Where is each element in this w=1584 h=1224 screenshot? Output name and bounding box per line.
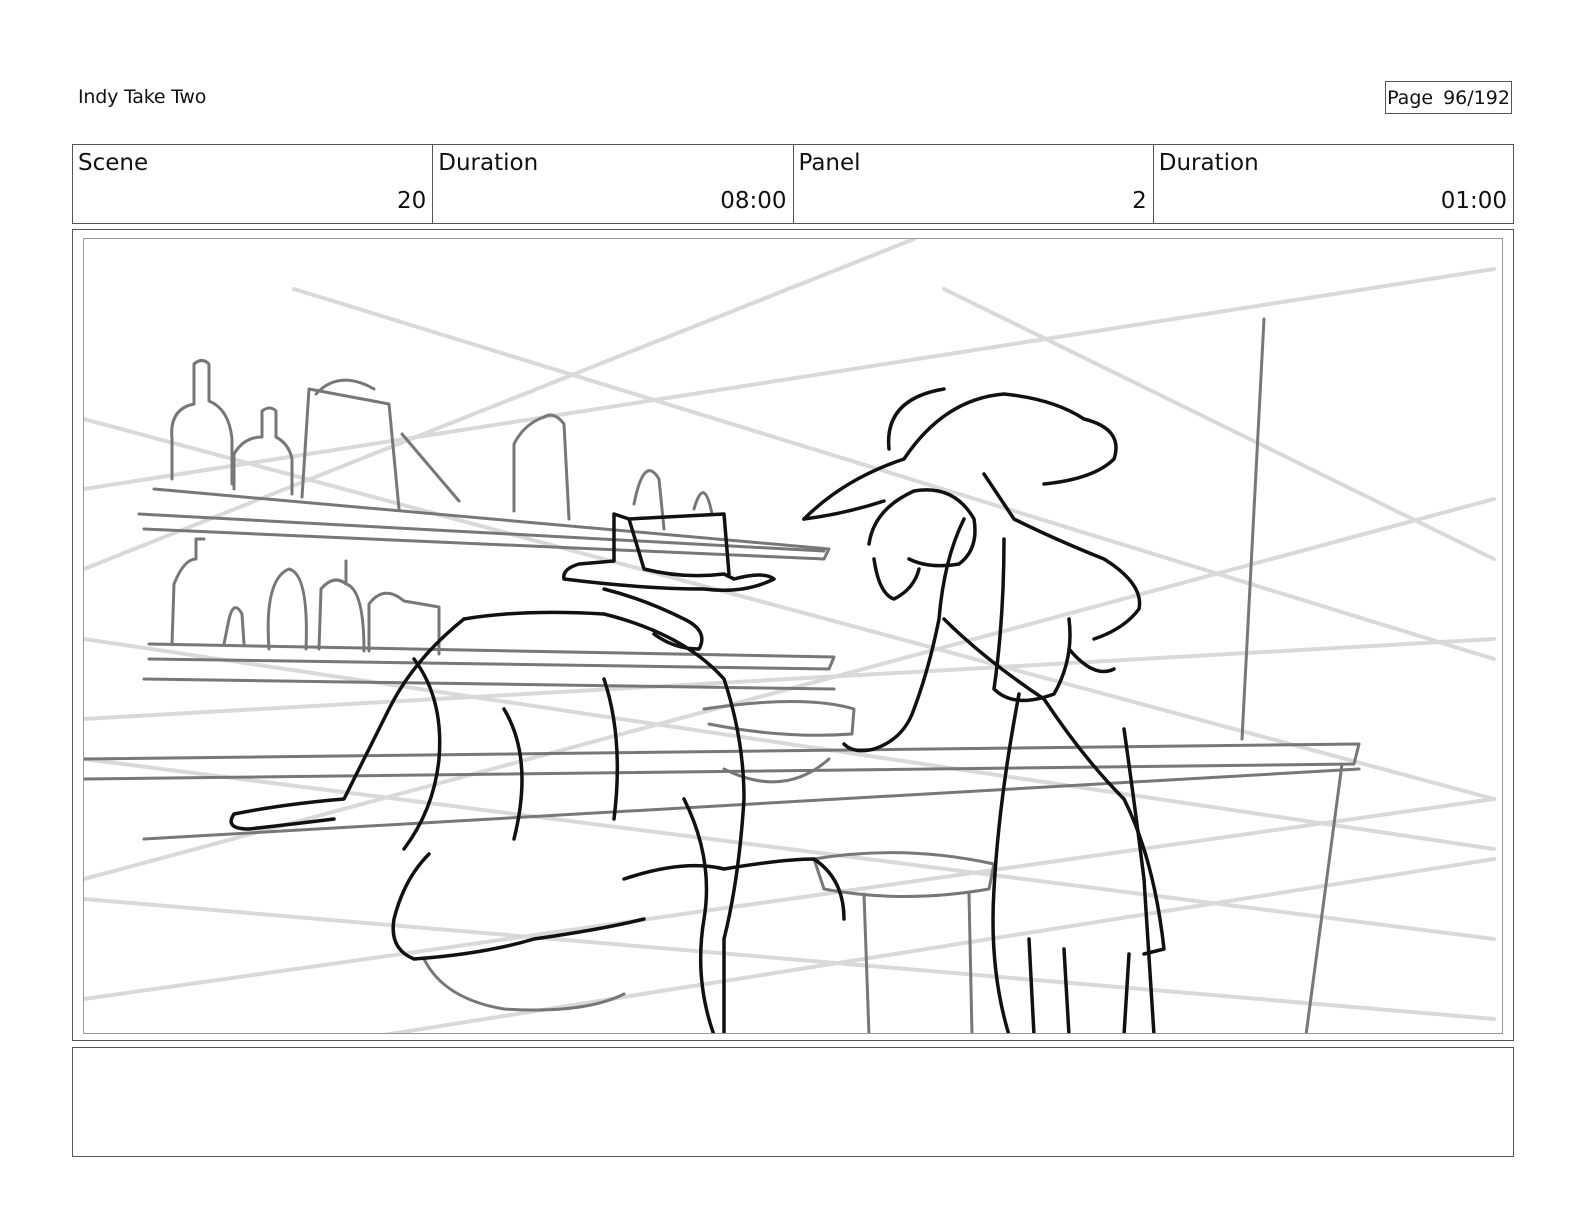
document-title: Indy Take Two [78, 86, 207, 108]
page-indicator: Page 96/192 [1385, 81, 1512, 114]
scene-label: Scene [78, 150, 149, 176]
panel-info-table: Scene 20 Duration 08:00 Panel 2 Duration… [72, 144, 1514, 224]
figures [229, 387, 1166, 1033]
panel-value: 2 [1132, 188, 1147, 214]
storyboard-frame [72, 229, 1514, 1041]
panel-label: Panel [798, 150, 861, 176]
panel-cell: Panel 2 [794, 145, 1154, 223]
panel-notes [72, 1047, 1514, 1157]
panel-duration-value: 01:00 [1440, 188, 1507, 214]
perspective-guides [84, 239, 1496, 1033]
scene-cell: Scene 20 [73, 145, 434, 223]
scene-duration-label: Duration [438, 150, 539, 176]
page-label: Page [1387, 86, 1434, 109]
scene-value: 20 [396, 188, 427, 214]
scene-duration-cell: Duration 08:00 [433, 145, 794, 223]
page-number: 96/192 [1443, 86, 1510, 109]
scene-duration-value: 08:00 [720, 188, 787, 214]
panel-duration-cell: Duration 01:00 [1154, 145, 1513, 223]
panel-duration-label: Duration [1158, 150, 1259, 176]
storyboard-sketch [83, 238, 1503, 1034]
sketch-drawing [84, 239, 1496, 1033]
